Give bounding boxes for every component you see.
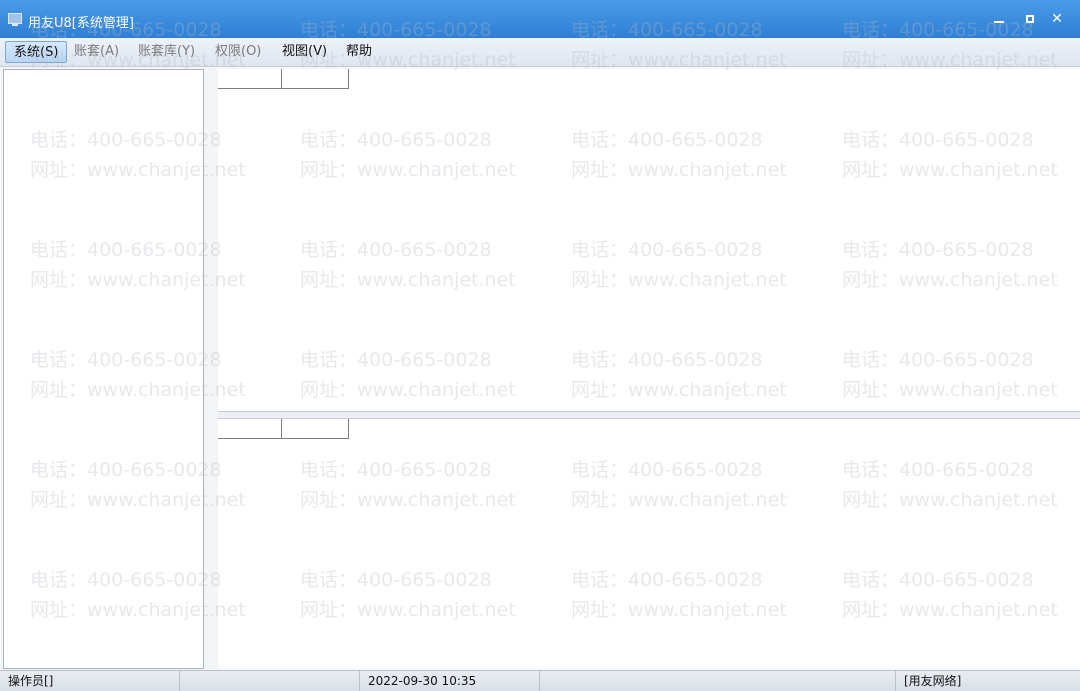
menu-account-library[interactable]: 账套库(Y) [130,41,203,63]
title-bar[interactable]: 用友U8[系统管理] ✕ [0,0,1080,38]
u8-system-management-window: 用友U8[系统管理] ✕ 系统(S) 账套(A) 账套库(Y) 权限(O) 视图… [0,0,1080,691]
lower-list-panel[interactable] [218,419,1080,669]
status-bar: 操作员[] 2022-09-30 10:35 [用友网络] [0,670,1080,691]
menu-view[interactable]: 视图(V) [274,41,335,63]
window-title: 用友U8[系统管理] [28,16,134,31]
status-cell-2 [180,671,360,691]
upper-column-header-2[interactable] [282,69,349,89]
panel-splitter[interactable] [218,411,1080,419]
lower-column-header-1[interactable] [218,419,282,439]
navigation-tree-panel[interactable] [3,69,204,669]
status-cell-4 [540,671,896,691]
status-network: [用友网络] [904,674,962,688]
monitor-icon [8,13,22,26]
close-button[interactable]: ✕ [1048,10,1066,28]
status-operator: 操作员[] [0,671,180,691]
upper-list-panel[interactable] [218,69,1080,412]
upper-column-header-1[interactable] [218,69,282,89]
menu-help[interactable]: 帮助 [338,41,380,63]
menu-system[interactable]: 系统(S) [5,41,68,63]
maximize-button[interactable] [1021,10,1039,28]
menu-permissions[interactable]: 权限(O) [207,41,269,63]
status-datetime: 2022-09-30 10:35 [360,671,540,691]
close-icon: ✕ [1051,11,1063,27]
lower-column-header-2[interactable] [282,419,349,439]
maximize-icon [1026,15,1034,23]
menu-bar: 系统(S) 账套(A) 账套库(Y) 权限(O) 视图(V) 帮助 [0,38,1080,67]
minimize-button[interactable] [990,10,1008,28]
minimize-icon [994,21,1004,23]
menu-account-set[interactable]: 账套(A) [66,41,127,63]
